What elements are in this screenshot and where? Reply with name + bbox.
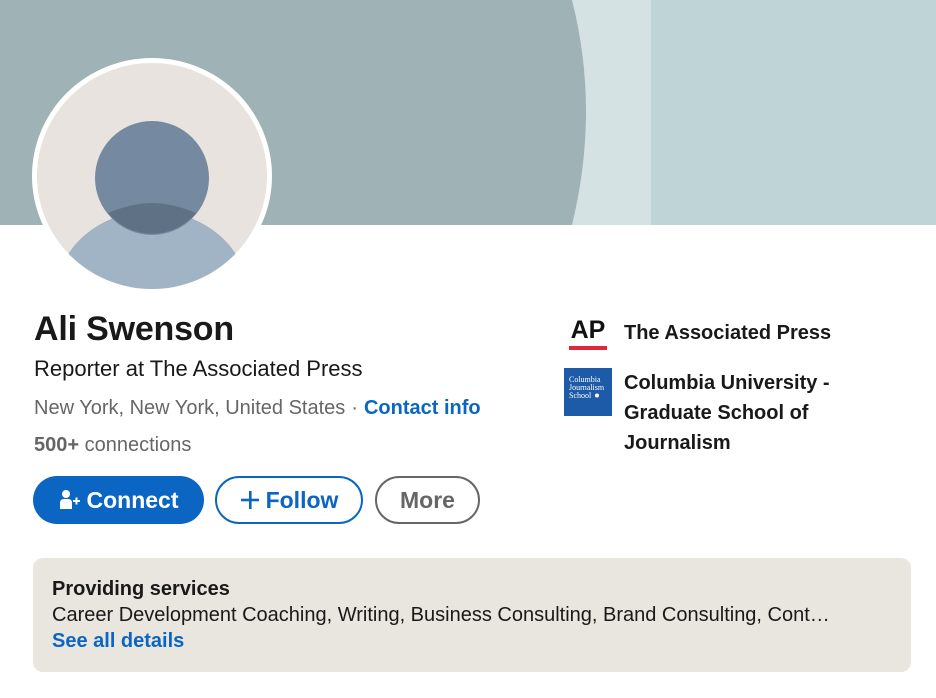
connections-label: connections bbox=[84, 434, 192, 456]
follow-button[interactable]: Follow bbox=[215, 476, 363, 524]
profile-headline: Reporter at The Associated Press bbox=[34, 356, 363, 381]
ap-logo: AP bbox=[564, 313, 612, 361]
org-columbia-journalism[interactable]: Columbia Journalism School Columbia Univ… bbox=[564, 368, 864, 458]
svg-text:AP: AP bbox=[571, 316, 606, 344]
org-name: The Associated Press bbox=[624, 322, 832, 344]
connections-count[interactable]: 500+ connections bbox=[34, 434, 191, 457]
profile-photo[interactable] bbox=[32, 58, 272, 294]
org-name: Columbia University - Graduate School of… bbox=[624, 372, 830, 454]
default-person-avatar-icon bbox=[37, 63, 267, 289]
more-button[interactable]: More bbox=[375, 476, 480, 524]
services-title: Providing services bbox=[52, 578, 230, 600]
services-list: Career Development Coaching, Writing, Bu… bbox=[52, 604, 830, 626]
profile-name: Ali Swenson bbox=[34, 310, 234, 348]
connect-label: Connect bbox=[86, 486, 179, 513]
org-associated-press[interactable]: AP The Associated Press bbox=[564, 313, 831, 361]
plus-icon bbox=[240, 490, 260, 510]
columbia-journalism-logo: Columbia Journalism School bbox=[564, 368, 612, 416]
svg-text:School: School bbox=[569, 391, 592, 400]
connect-button[interactable]: Connect bbox=[33, 476, 204, 524]
more-label: More bbox=[400, 486, 455, 513]
connections-number: 500+ bbox=[34, 434, 80, 456]
add-person-icon bbox=[59, 489, 81, 511]
follow-label: Follow bbox=[265, 486, 339, 513]
separator-dot: · bbox=[351, 397, 358, 419]
see-all-details-link[interactable]: See all details bbox=[52, 628, 892, 654]
location-row: New York, New York, United States · Contac… bbox=[34, 397, 481, 420]
profile-location: New York, New York, United States bbox=[34, 397, 346, 419]
contact-info-link[interactable]: Contact info bbox=[364, 397, 481, 419]
providing-services-card[interactable]: Providing services Career Development Co… bbox=[33, 558, 911, 672]
